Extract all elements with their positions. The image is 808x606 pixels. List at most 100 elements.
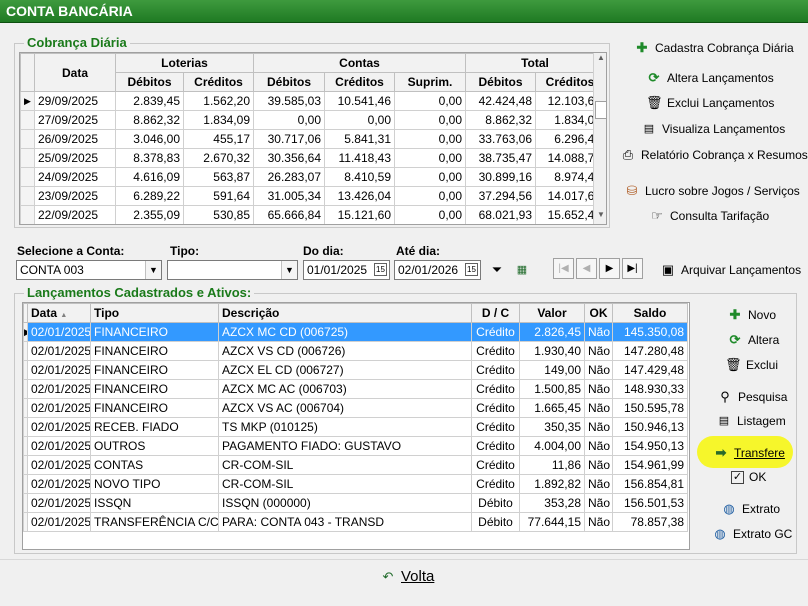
table-cell[interactable]: FINANCEIRO [90, 398, 219, 418]
table-cell[interactable]: 37.294,56 [465, 186, 536, 206]
table-cell[interactable]: 25/09/2025 [34, 148, 116, 168]
table-cell[interactable]: Crédito [471, 398, 520, 418]
table-cell[interactable]: ISSQN (000000) [218, 493, 472, 513]
delete-entries-button[interactable]: 🗑 Exclui Lançamentos [646, 95, 774, 111]
calendar-icon[interactable]: 15 [465, 263, 478, 276]
table-cell[interactable]: Não [584, 512, 613, 532]
table-cell[interactable]: CR-COM-SIL [218, 455, 472, 475]
col-header-balance[interactable]: Saldo [612, 303, 688, 323]
col-header-description[interactable]: Descrição [218, 303, 472, 323]
scroll-down-icon[interactable]: ▼ [594, 210, 606, 224]
table-cell[interactable]: 13.426,04 [324, 186, 395, 206]
prev-record-icon[interactable]: ◀ [576, 258, 597, 279]
table-cell[interactable]: 2.826,45 [519, 322, 585, 342]
table-row[interactable]: 02/01/2025 OUTROS PAGAMENTO FIADO: GUSTAVO… [23, 436, 688, 456]
table-cell[interactable]: 150.946,13 [612, 417, 688, 437]
table-row[interactable]: 25/09/2025 8.378,83 2.670,32 30.356,64 11.41… [20, 148, 605, 168]
table-cell[interactable]: Não [584, 474, 613, 494]
table-cell[interactable]: Crédito [471, 455, 520, 475]
table-cell[interactable]: Crédito [471, 322, 520, 342]
table-cell[interactable]: AZCX EL CD (006727) [218, 360, 472, 380]
table-cell[interactable]: 154.950,13 [612, 436, 688, 456]
filter-button[interactable]: ⏷ [489, 262, 505, 278]
table-cell[interactable]: 591,64 [183, 186, 254, 206]
table-cell[interactable]: 148.930,33 [612, 379, 688, 399]
table-row[interactable]: ▶ 29/09/2025 2.839,45 1.562,20 39.585,03 10.5… [20, 91, 605, 111]
table-cell[interactable]: 77.644,15 [519, 512, 585, 532]
table-cell[interactable]: 149,00 [519, 360, 585, 380]
table-cell[interactable]: OUTROS [90, 436, 219, 456]
table-cell[interactable]: 0,00 [253, 110, 325, 130]
export-button[interactable]: ▦ [514, 262, 530, 278]
table-cell[interactable]: FINANCEIRO [90, 341, 219, 361]
table-cell[interactable]: 02/01/2025 [27, 322, 91, 342]
table-cell[interactable]: 27/09/2025 [34, 110, 116, 130]
table-cell[interactable]: 0,00 [394, 205, 466, 224]
table-row[interactable]: 02/01/2025 FINANCEIRO AZCX VS AC (006704) C… [23, 398, 688, 418]
table-cell[interactable]: 02/01/2025 [27, 436, 91, 456]
type-select[interactable]: ▼ [167, 260, 298, 280]
table-cell[interactable]: 02/01/2025 [27, 493, 91, 513]
table-cell[interactable]: 24/09/2025 [34, 167, 116, 187]
table-cell[interactable]: Crédito [471, 436, 520, 456]
view-entries-button[interactable]: ▤ Visualiza Lançamentos [641, 121, 785, 137]
table-cell[interactable]: 1.834,09 [183, 110, 254, 130]
table-cell[interactable]: 78.857,38 [612, 512, 688, 532]
table-cell[interactable]: 33.763,06 [465, 129, 536, 149]
tariff-query-button[interactable]: ☞ Consulta Tarifação [649, 208, 769, 224]
table-cell[interactable]: 11.418,43 [324, 148, 395, 168]
table-cell[interactable]: FINANCEIRO [90, 379, 219, 399]
table-cell[interactable]: 0,00 [394, 129, 466, 149]
table-cell[interactable]: 455,17 [183, 129, 254, 149]
table-cell[interactable]: 02/01/2025 [27, 417, 91, 437]
col-header-value[interactable]: Valor [519, 303, 585, 323]
table-row[interactable]: 23/09/2025 6.289,22 591,64 31.005,34 13.426,… [20, 186, 605, 206]
table-cell[interactable]: 1.562,20 [183, 91, 254, 111]
report-button[interactable]: ⎙ Relatório Cobrança x Resumos [620, 147, 808, 163]
table-cell[interactable]: 31.005,34 [253, 186, 325, 206]
table-row[interactable]: ▶02/01/2025FINANCEIROAZCX MC CD (006725)… [23, 322, 688, 342]
table-row[interactable]: 02/01/2025 CONTAS CR-COM-SIL Crédito 11,86 Nã… [23, 455, 688, 475]
daily-grid[interactable]: Data Loterias Contas Total Débitos Crédi… [19, 52, 607, 225]
table-cell[interactable]: 0,00 [394, 186, 466, 206]
table-cell[interactable]: 2.355,09 [115, 205, 184, 224]
table-cell[interactable]: 10.541,46 [324, 91, 395, 111]
col-header-acc-debits[interactable]: Débitos [253, 72, 325, 92]
table-row[interactable]: 02/01/2025 ISSQN ISSQN (000000) Débito 353,2… [23, 493, 688, 513]
table-row[interactable]: 02/01/2025 FINANCEIRO AZCX VS CD (006726) C… [23, 341, 688, 361]
table-row[interactable]: 02/01/2025 TRANSFERÊNCIA C/C PARA: CONTA 0… [23, 512, 688, 532]
table-cell[interactable]: 38.735,47 [465, 148, 536, 168]
table-cell[interactable]: 42.424,48 [465, 91, 536, 111]
table-cell[interactable]: Crédito [471, 474, 520, 494]
listing-button[interactable]: ▤ Listagem [716, 413, 786, 429]
col-header-total-debits[interactable]: Débitos [465, 72, 536, 92]
table-cell[interactable]: 563,87 [183, 167, 254, 187]
transfer-button[interactable]: ➡ Transfere [713, 445, 785, 461]
table-cell[interactable]: 8.862,32 [115, 110, 184, 130]
table-cell[interactable]: 0,00 [394, 110, 466, 130]
table-cell[interactable]: FINANCEIRO [90, 322, 219, 342]
new-button[interactable]: ✚ Novo [727, 307, 776, 323]
table-cell[interactable]: 8.862,32 [465, 110, 536, 130]
table-cell[interactable]: 11,86 [519, 455, 585, 475]
last-record-icon[interactable]: ▶| [622, 258, 643, 279]
table-cell[interactable]: 23/09/2025 [34, 186, 116, 206]
table-cell[interactable]: Não [584, 341, 613, 361]
table-cell[interactable]: 4.004,00 [519, 436, 585, 456]
table-row[interactable]: 22/09/2025 2.355,09 530,85 65.666,84 15.121,… [20, 205, 605, 224]
table-row[interactable]: 02/01/2025 NOVO TIPO CR-COM-SIL Crédito 1.89… [23, 474, 688, 494]
scroll-up-icon[interactable]: ▲ [594, 53, 606, 67]
table-cell[interactable]: 1.892,82 [519, 474, 585, 494]
alter-entries-button[interactable]: ⟳ Altera Lançamentos [646, 70, 774, 86]
col-header-ok[interactable]: OK [584, 303, 613, 323]
table-cell[interactable]: 530,85 [183, 205, 254, 224]
table-row[interactable]: 02/01/2025 FINANCEIRO AZCX EL CD (006727) C… [23, 360, 688, 380]
account-select[interactable]: CONTA 003 ▼ [16, 260, 162, 280]
table-cell[interactable]: 6.289,22 [115, 186, 184, 206]
table-cell[interactable]: Débito [471, 493, 520, 513]
next-record-icon[interactable]: ▶ [599, 258, 620, 279]
col-header-date[interactable]: Data ▲ [27, 303, 91, 323]
table-cell[interactable]: 154.961,99 [612, 455, 688, 475]
ok-button[interactable]: ✓ OK [731, 470, 766, 484]
scroll-thumb[interactable] [595, 101, 606, 119]
